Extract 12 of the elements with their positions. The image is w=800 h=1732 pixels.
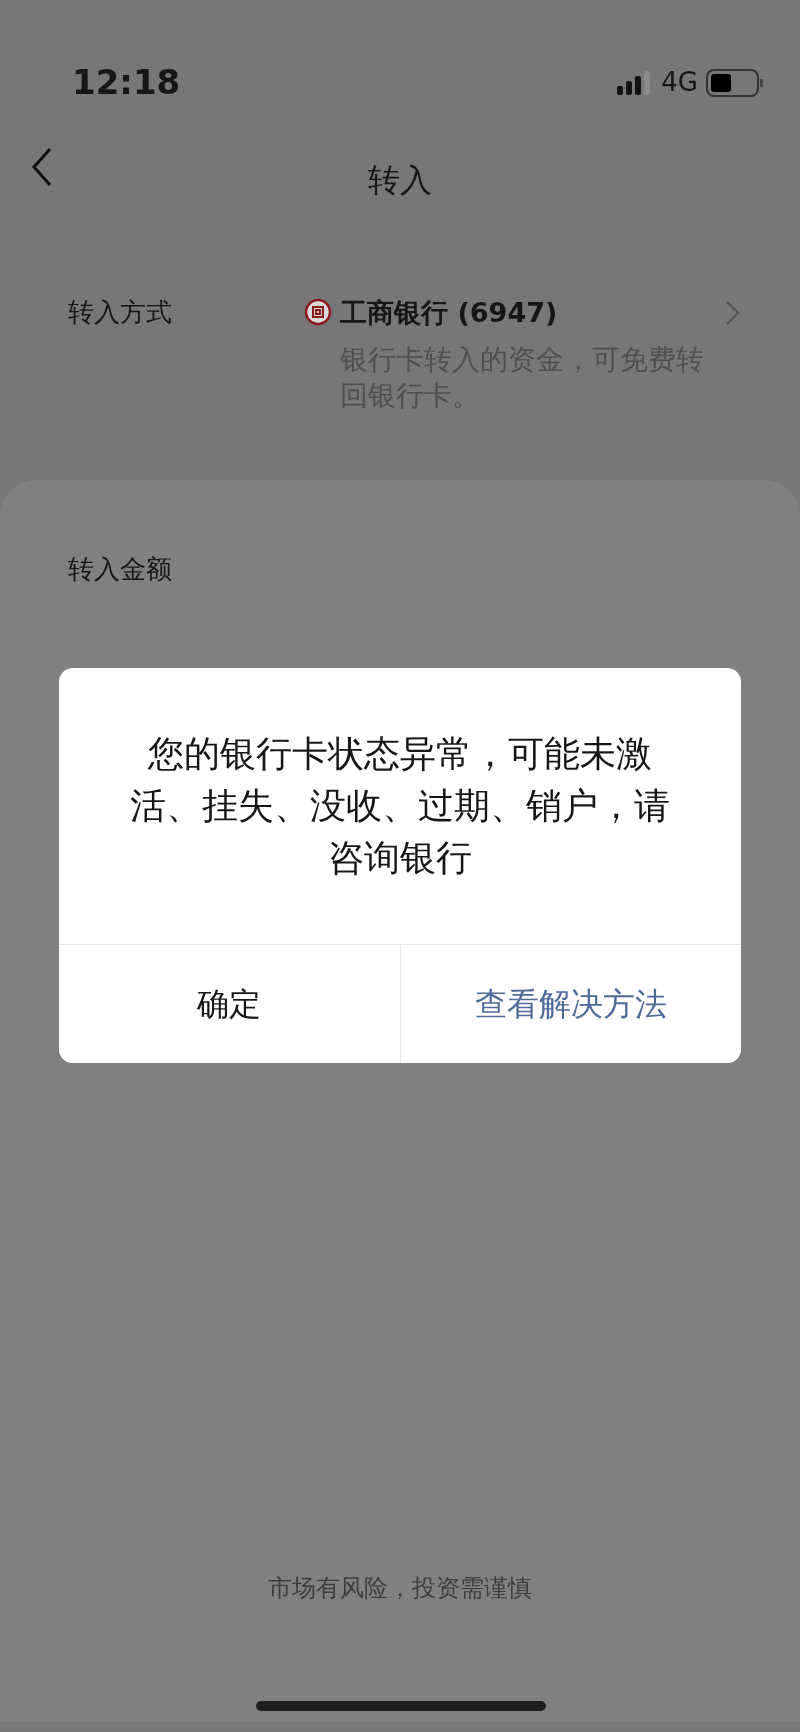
battery-icon [706,68,764,97]
chevron-right-icon [725,299,740,327]
page-title: 转入 [368,160,432,201]
solution-link-button[interactable]: 查看解决方法 [399,945,741,1063]
network-label: 4G [661,66,698,99]
amount-label: 转入金额 [68,553,173,586]
dialog-message: 您的银行卡状态异常，可能未激活、挂失、没收、过期、销户，请咨询银行 [129,731,671,881]
status-time: 12:18 [72,61,181,104]
bank-name: 工商银行 (6947) [340,296,559,330]
bank-logo-icon [304,298,333,326]
risk-notice: 市场有风险，投资需谨慎 [268,1574,532,1602]
method-label: 转入方式 [68,296,173,329]
